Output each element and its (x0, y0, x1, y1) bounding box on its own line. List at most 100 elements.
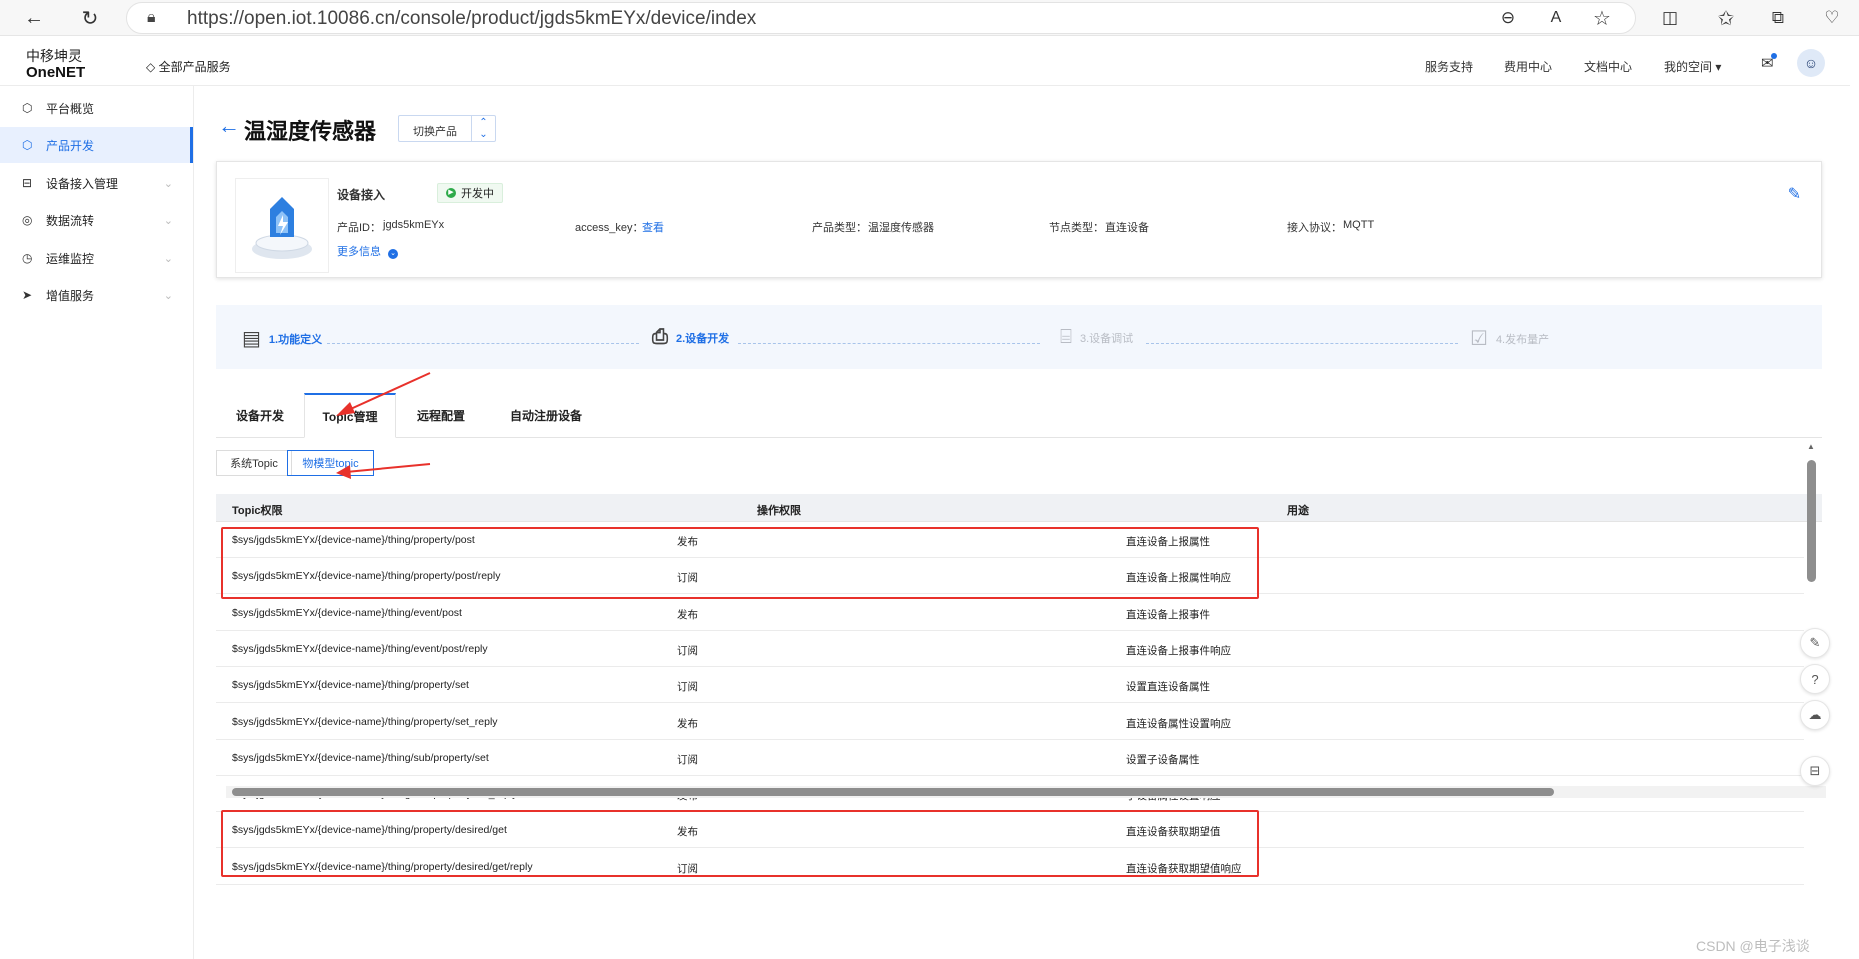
step-4: ☑ 4.发布量产 (1470, 326, 1549, 351)
sidebar-item-label: 运维监控 (46, 251, 95, 266)
onenet-logo[interactable]: 中移坤灵 OneNET (26, 49, 85, 81)
logo-line1: 中移坤灵 (26, 49, 82, 65)
nav-billing[interactable]: 费用中心 (1504, 58, 1552, 75)
permission-cell: 订阅 (677, 644, 698, 657)
step-3-label: 3.设备调试 (1080, 332, 1134, 345)
url-text: https://open.iot.10086.cn/console/produc… (187, 8, 757, 29)
back-arrow-icon[interactable]: ← (22, 6, 46, 30)
printer-icon: ⎙ (652, 326, 668, 348)
feedback-edit-icon[interactable]: ✎ (1800, 628, 1830, 658)
nav-support[interactable]: 服务支持 (1425, 58, 1473, 75)
table-row: $sys/jgds5kmEYx/{device-name}/thing/prop… (216, 704, 1804, 740)
watermark: CSDN @电子浅谈 (1696, 938, 1810, 954)
annotation-highlight-box (221, 527, 1259, 599)
sidebar-item-data-flow[interactable]: ◎ 数据流转 ⌄ (0, 202, 193, 238)
table-header: Topic权限 操作权限 用途 (216, 494, 1822, 522)
nav-my-space[interactable]: 我的空间 ▾ (1664, 58, 1721, 75)
read-aloud-icon[interactable]: A (1544, 6, 1568, 30)
chevron-down-icon: ⌄ (163, 177, 173, 190)
cloud-icon[interactable]: ☁ (1800, 700, 1830, 730)
chevron-down-icon: ⌄ (163, 289, 173, 302)
play-icon: ▶ (446, 188, 456, 198)
flow-icon: ◎ (22, 213, 33, 227)
sidebar-item-device-access[interactable]: ⊟ 设备接入管理 ⌄ (0, 165, 193, 201)
step-2[interactable]: ⎙ 2.设备开发 (652, 326, 729, 349)
topic-cell: $sys/jgds5kmEYx/{device-name}/thing/even… (232, 606, 462, 619)
refresh-icon[interactable]: ↻ (78, 6, 102, 30)
step-1[interactable]: ▤ 1.功能定义 (242, 326, 322, 351)
help-icon[interactable]: ? (1800, 664, 1830, 694)
section-title: 设备接入 (337, 188, 386, 202)
usage-cell: 设置直连设备属性 (1126, 681, 1210, 694)
edit-pencil-icon[interactable]: ✎ (1788, 184, 1801, 204)
device-icon: ⊟ (22, 176, 33, 190)
tab-bar: 设备开发 Topic管理 远程配置 自动注册设备 (216, 393, 1822, 438)
mail-icon[interactable]: ✉ (1761, 53, 1777, 72)
field-protocol-label: 接入协议： (1287, 222, 1342, 234)
horizontal-scrollbar[interactable] (226, 786, 1826, 798)
permission-cell: 发布 (677, 717, 698, 730)
sidebar-item-value-added[interactable]: ➤ 增值服务 ⌄ (0, 277, 193, 313)
product-image (235, 178, 329, 273)
usage-cell: 直连设备上报事件响应 (1126, 644, 1231, 657)
table-row: $sys/jgds5kmEYx/{device-name}/thing/even… (216, 595, 1804, 631)
sidebar-item-product-dev[interactable]: ⬡ 产品开发 (0, 127, 193, 163)
box-icon: ⬡ (22, 138, 33, 152)
scrollbar-thumb[interactable] (232, 788, 1554, 796)
sidebar-item-label: 数据流转 (46, 213, 95, 228)
step-3: ⌸ 3.设备调试 (1060, 326, 1133, 349)
debug-icon: ⌸ (1060, 326, 1072, 348)
topic-cell: $sys/jgds5kmEYx/{device-name}/thing/sub/… (232, 751, 489, 764)
field-product-type-label: 产品类型： (812, 222, 867, 234)
more-info-label: 更多信息 (337, 246, 381, 258)
sidebar-item-ops-monitor[interactable]: ◷ 运维监控 ⌄ (0, 240, 193, 276)
scrollbar-thumb[interactable] (1807, 460, 1816, 582)
chevron-circle-icon: ⌄ (388, 249, 399, 259)
heart-pulse-icon[interactable]: ♡ (1820, 6, 1844, 30)
field-node-type-value: 直连设备 (1105, 222, 1149, 234)
tab-device-dev[interactable]: 设备开发 (216, 393, 304, 438)
permission-cell: 发布 (677, 608, 698, 621)
split-screen-icon[interactable]: ◫ (1658, 6, 1682, 30)
favorite-star-icon[interactable]: ☆ (1590, 6, 1614, 30)
nav-docs[interactable]: 文档中心 (1584, 58, 1632, 75)
switch-product-select[interactable]: 切换产品 ⌃ ⌄ (398, 115, 496, 142)
sidebar-item-label: 产品开发 (46, 138, 95, 153)
sidebar-item-label: 平台概览 (46, 101, 95, 116)
favorites-icon[interactable]: ✩ (1714, 6, 1738, 30)
usage-cell: 直连设备上报事件 (1126, 608, 1210, 621)
all-products-label: 全部产品服务 (158, 60, 231, 74)
subtab-system-topic[interactable]: 系统Topic (216, 450, 292, 476)
view-access-key-link[interactable]: 查看 (642, 219, 664, 235)
updown-chevron-icon: ⌃ ⌄ (471, 116, 495, 141)
sidebar-item-overview[interactable]: ⬡ 平台概览 (0, 90, 193, 126)
page-title: 温湿度传感器 (244, 119, 377, 144)
back-arrow-icon[interactable]: ← (218, 113, 240, 139)
product-info-card: 设备接入 ▶ 开发中 产品ID： jgds5kmEYx access_key： 查… (216, 161, 1822, 278)
table-row: $sys/jgds5kmEYx/{device-name}/thing/even… (216, 631, 1804, 667)
topic-cell: $sys/jgds5kmEYx/{device-name}/thing/even… (232, 642, 488, 655)
progress-steps: ▤ 1.功能定义 ⎙ 2.设备开发 ⌸ 3.设备调试 ☑ 4.发布量产 (216, 305, 1822, 369)
annotation-arrow (336, 372, 431, 416)
all-products-menu[interactable]: ◇ 全部产品服务 (146, 58, 231, 75)
status-text: 开发中 (461, 188, 494, 200)
scroll-up-icon[interactable]: ▲ (1807, 442, 1815, 451)
collections-icon[interactable]: ⧉ (1766, 6, 1790, 30)
field-product-id-label: 产品ID： (337, 222, 381, 234)
zoom-icon[interactable]: ⊖ (1496, 6, 1520, 30)
permission-cell: 订阅 (677, 681, 698, 694)
monitor-icon: ◷ (22, 251, 33, 265)
field-product-id-value: jgds5kmEYx (383, 219, 445, 231)
minimize-icon[interactable]: ⊟ (1800, 756, 1830, 786)
more-info-link[interactable]: 更多信息 ⌄ (337, 243, 399, 259)
header-topic: Topic权限 (232, 505, 283, 517)
tab-auto-register[interactable]: 自动注册设备 (486, 393, 606, 438)
field-protocol-value: MQTT (1343, 219, 1375, 231)
address-bar[interactable]: 🔒︎ https://open.iot.10086.cn/console/pro… (126, 2, 1636, 34)
release-icon: ☑ (1470, 328, 1488, 350)
table-row: $sys/jgds5kmEYx/{device-name}/thing/prop… (216, 667, 1804, 704)
send-icon: ➤ (22, 288, 33, 302)
switch-product-label: 切换产品 (413, 126, 457, 138)
vertical-scrollbar[interactable]: ▲ (1806, 438, 1816, 798)
avatar[interactable]: ☺ (1797, 49, 1825, 77)
